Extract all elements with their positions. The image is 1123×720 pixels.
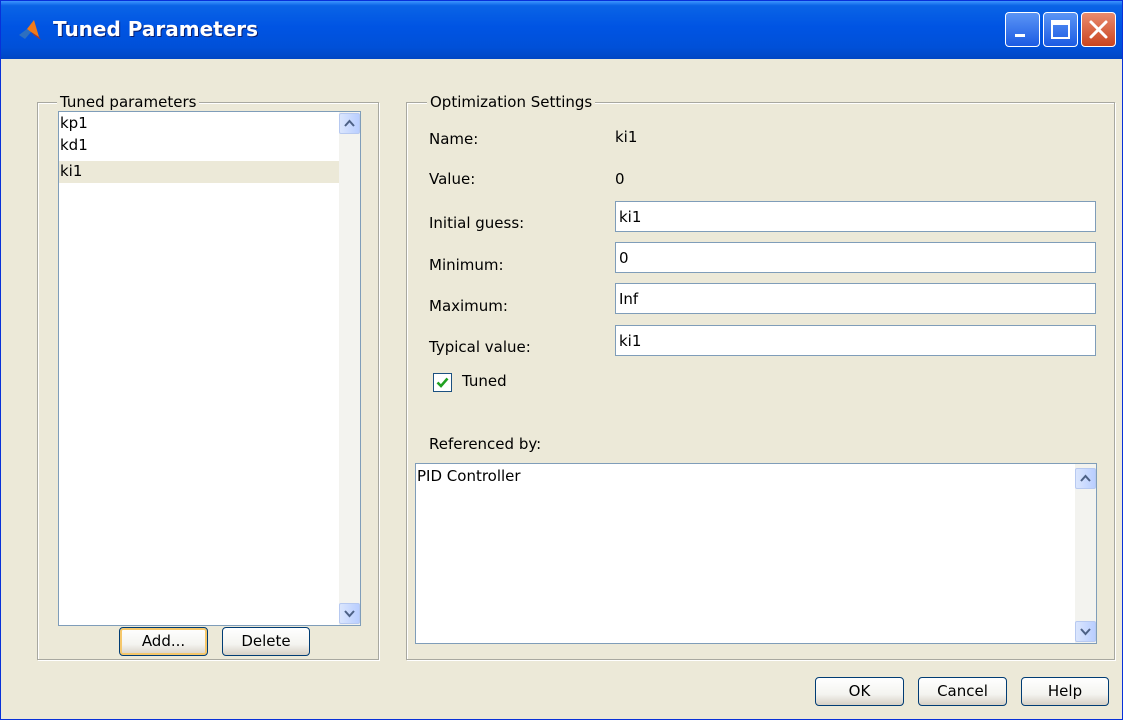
tuned-label[interactable]: Tuned <box>462 371 507 391</box>
ok-button[interactable]: OK <box>815 677 904 706</box>
referenced-by-label: Referenced by: <box>429 435 542 453</box>
help-button[interactable]: Help <box>1021 677 1109 706</box>
close-icon <box>1089 20 1108 39</box>
chevron-down-icon <box>1080 628 1091 636</box>
close-button[interactable] <box>1081 12 1116 47</box>
scroll-up-button[interactable] <box>1075 468 1096 489</box>
maximum-label: Maximum: <box>429 297 508 315</box>
matlab-logo-icon <box>17 17 43 43</box>
minimize-button[interactable] <box>1005 12 1040 47</box>
referenced-by-listbox[interactable]: PID Controller <box>415 463 1097 644</box>
list-item-kd1[interactable]: kd1 <box>59 135 341 157</box>
minimize-icon <box>1015 34 1025 37</box>
list-item-pid-controller[interactable]: PID Controller <box>417 466 521 486</box>
tuned-parameters-window: Tuned Parameters Tuned parameters kp1 kd… <box>0 0 1123 720</box>
minimum-label: Minimum: <box>429 256 504 274</box>
list-item-kp1[interactable]: kp1 <box>59 113 341 135</box>
name-value: ki1 <box>615 128 638 146</box>
tuned-checkbox[interactable] <box>433 373 452 392</box>
name-label: Name: <box>429 130 479 148</box>
value-value: 0 <box>615 170 625 188</box>
maximize-button[interactable] <box>1043 12 1078 47</box>
value-label: Value: <box>429 170 476 188</box>
parameters-listbox[interactable]: kp1 kd1 ki1 <box>58 111 361 626</box>
maximum-field[interactable] <box>615 283 1096 314</box>
parameters-scrollbar[interactable] <box>339 112 360 625</box>
add-button[interactable]: Add... <box>119 627 208 656</box>
optimization-settings-legend: Optimization Settings <box>427 92 596 112</box>
window-title: Tuned Parameters <box>53 17 259 41</box>
initial-guess-field[interactable] <box>615 201 1096 232</box>
scroll-down-button[interactable] <box>339 603 360 624</box>
check-mark-icon <box>436 377 449 388</box>
delete-button[interactable]: Delete <box>222 627 310 656</box>
typical-value-field[interactable] <box>615 325 1096 356</box>
chevron-down-icon <box>344 610 355 618</box>
initial-guess-label: Initial guess: <box>429 214 525 232</box>
title-bar[interactable]: Tuned Parameters <box>1 1 1122 59</box>
chevron-up-icon <box>1080 474 1091 482</box>
maximize-icon <box>1051 20 1070 39</box>
scroll-down-button[interactable] <box>1075 621 1096 642</box>
scroll-up-button[interactable] <box>339 113 360 134</box>
chevron-up-icon <box>344 119 355 127</box>
list-item-ki1[interactable]: ki1 <box>59 161 341 183</box>
referenced-scrollbar[interactable] <box>1075 464 1096 643</box>
minimum-field[interactable] <box>615 242 1096 273</box>
tuned-parameters-legend: Tuned parameters <box>57 92 200 112</box>
cancel-button[interactable]: Cancel <box>918 677 1007 706</box>
typical-value-label: Typical value: <box>429 338 531 356</box>
